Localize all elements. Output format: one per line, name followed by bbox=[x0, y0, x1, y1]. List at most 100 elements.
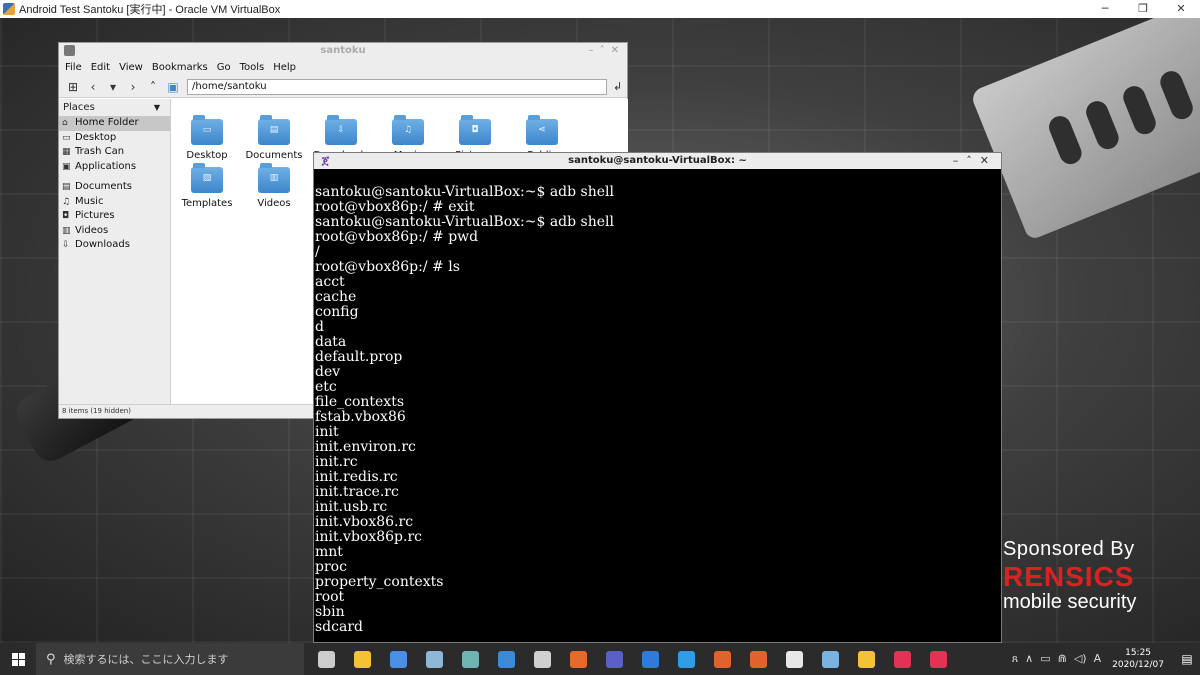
terminal-line: / bbox=[315, 244, 320, 260]
menu-item-go[interactable]: Go bbox=[217, 62, 231, 73]
back-icon[interactable]: ‹ bbox=[83, 80, 103, 94]
menu-item-edit[interactable]: Edit bbox=[91, 62, 110, 73]
applications-icon: ▣ bbox=[62, 161, 71, 172]
app-icon-7 bbox=[749, 650, 767, 668]
app-icon-2 bbox=[461, 650, 479, 668]
sidebar-item-videos[interactable]: ▥ Videos bbox=[59, 224, 170, 239]
terminal-line: init.environ.rc bbox=[315, 439, 416, 455]
taskbar-app-button[interactable] bbox=[668, 643, 704, 675]
guest-desktop: Sponsored By RENSICS mobile security san… bbox=[0, 18, 1200, 643]
clock[interactable]: 15:25 2020/12/07 bbox=[1112, 647, 1164, 671]
menu-item-bookmarks[interactable]: Bookmarks bbox=[152, 62, 208, 73]
terminal-line: sbin bbox=[315, 604, 345, 620]
file-manager-titlebar[interactable]: santoku –˄✕ bbox=[59, 43, 627, 59]
ime-icon[interactable]: A bbox=[1094, 652, 1102, 666]
path-input[interactable]: /home/santoku bbox=[187, 78, 607, 95]
taskbar-app-button[interactable] bbox=[776, 643, 812, 675]
terminal-titlebar[interactable]: ጀ santoku@santoku-VirtualBox: ~ –˄✕ bbox=[314, 153, 1001, 169]
menu-item-view[interactable]: View bbox=[119, 62, 143, 73]
taskbar-app-button[interactable] bbox=[452, 643, 488, 675]
taskbar-app-button[interactable] bbox=[380, 643, 416, 675]
sidebar-item-documents[interactable]: ▤ Documents bbox=[59, 180, 170, 195]
battery-icon[interactable]: ▭ bbox=[1040, 652, 1050, 666]
up-icon[interactable]: ˄ bbox=[143, 80, 163, 94]
new-tab-icon[interactable]: ⊞ bbox=[63, 80, 83, 94]
notification-icon[interactable]: ▤ bbox=[1174, 643, 1200, 675]
minimize-button[interactable]: ─ bbox=[1086, 0, 1124, 18]
folder-videos[interactable]: ▥ Videos bbox=[240, 163, 308, 209]
places-header[interactable]: Places ▼ bbox=[59, 99, 170, 116]
terminal-line: property_contexts bbox=[315, 574, 444, 590]
home-drive-icon: ▣ bbox=[167, 79, 179, 94]
folder-icon: ▤ bbox=[258, 115, 290, 145]
terminal-line: mnt bbox=[315, 544, 343, 560]
taskbar-app-button[interactable] bbox=[848, 643, 884, 675]
home-icon: ⌂ bbox=[62, 118, 68, 128]
taskbar-app-button[interactable] bbox=[884, 643, 920, 675]
search-placeholder: 検索するには、ここに入力します bbox=[63, 653, 229, 666]
people-icon[interactable]: ጸ bbox=[1012, 652, 1018, 666]
sponsor-brand: RENSICS bbox=[1003, 561, 1135, 592]
close-button[interactable]: ✕ bbox=[1162, 0, 1200, 18]
forward-icon[interactable]: › bbox=[123, 80, 143, 94]
chrome-icon bbox=[389, 650, 407, 668]
history-dropdown-icon[interactable]: ▾ bbox=[103, 80, 123, 94]
taskbar-app-button[interactable] bbox=[704, 643, 740, 675]
chevron-up-icon[interactable]: ∧ bbox=[1025, 652, 1033, 666]
terminal-line: sdcard bbox=[315, 619, 363, 635]
go-icon[interactable]: ↲ bbox=[613, 80, 622, 93]
taskbar-search[interactable]: ⚲ 検索するには、ここに入力します bbox=[36, 643, 304, 675]
folder-desktop[interactable]: ▭ Desktop bbox=[173, 115, 241, 161]
sidebar-item-home-folder[interactable]: ⌂ Home Folder bbox=[59, 116, 170, 131]
folder-glyph: ▤ bbox=[269, 125, 279, 135]
sidebar-item-pictures[interactable]: ◘ Pictures bbox=[59, 209, 170, 224]
folder-templates[interactable]: ▧ Templates bbox=[173, 163, 241, 209]
terminal-screen[interactable]: santoku@santoku-VirtualBox:~$ adb shell r… bbox=[314, 185, 1001, 642]
sidebar-item-label: Downloads bbox=[75, 239, 130, 250]
app-icon-1 bbox=[425, 650, 443, 668]
taskbar-app-button[interactable] bbox=[920, 643, 956, 675]
folder-glyph: ⇩ bbox=[337, 125, 345, 135]
terminal-line: default.prop bbox=[315, 349, 403, 365]
taskbar-app-button[interactable] bbox=[596, 643, 632, 675]
file-explorer-icon bbox=[353, 650, 371, 668]
folder-icon: ⋖ bbox=[526, 115, 558, 145]
places-header-label: Places bbox=[63, 102, 95, 113]
terminal-window-controls[interactable]: –˄✕ bbox=[953, 153, 997, 169]
documents-icon: ▤ bbox=[62, 182, 71, 192]
windows-taskbar: ⚲ 検索するには、ここに入力します ጸ ∧ ▭ ⋒ ◁) A 15:25 2020/12/… bbox=[0, 643, 1200, 675]
sidebar-item-downloads[interactable]: ⇩ Downloads bbox=[59, 238, 170, 253]
file-manager-window-controls[interactable]: –˄✕ bbox=[589, 43, 625, 59]
folder-documents[interactable]: ▤ Documents bbox=[240, 115, 308, 161]
pictures-icon: ◘ bbox=[62, 211, 70, 221]
folder-icon: ▥ bbox=[258, 163, 290, 193]
terminal-title: santoku@santoku-VirtualBox: ~ bbox=[568, 155, 747, 166]
volume-icon[interactable]: ◁) bbox=[1074, 652, 1087, 666]
taskbar-app-button[interactable] bbox=[488, 643, 524, 675]
taskbar-app-button[interactable] bbox=[560, 643, 596, 675]
sidebar-item-music[interactable]: ♫ Music bbox=[59, 195, 170, 210]
chevron-down-icon[interactable]: ▼ bbox=[154, 99, 160, 116]
menu-item-file[interactable]: File bbox=[65, 62, 82, 73]
maximize-button[interactable]: ❐ bbox=[1124, 0, 1162, 18]
taskbar-app-button[interactable] bbox=[740, 643, 776, 675]
taskbar-app-button[interactable] bbox=[416, 643, 452, 675]
windows-logo-icon bbox=[11, 652, 25, 666]
terminal-line: init.usb.rc bbox=[315, 499, 388, 515]
sidebar-item-applications[interactable]: ▣ Applications bbox=[59, 160, 170, 175]
start-button[interactable] bbox=[0, 643, 36, 675]
network-icon[interactable]: ⋒ bbox=[1058, 652, 1067, 666]
terminal-line: d bbox=[315, 319, 324, 335]
taskbar-app-button[interactable] bbox=[632, 643, 668, 675]
taskbar-app-button[interactable] bbox=[344, 643, 380, 675]
sidebar-item-label: Applications bbox=[75, 160, 137, 172]
taskbar-app-button[interactable] bbox=[812, 643, 848, 675]
menu-item-tools[interactable]: Tools bbox=[240, 62, 265, 73]
menu-item-help[interactable]: Help bbox=[273, 62, 296, 73]
terminal-line: init.rc bbox=[315, 454, 358, 470]
taskbar-app-button[interactable] bbox=[524, 643, 560, 675]
taskbar-app-button[interactable] bbox=[308, 643, 344, 675]
sidebar-item-desktop[interactable]: ▭ Desktop bbox=[59, 131, 170, 146]
app-icon-6 bbox=[713, 650, 731, 668]
sidebar-item-trash-can[interactable]: ▦ Trash Can bbox=[59, 145, 170, 160]
